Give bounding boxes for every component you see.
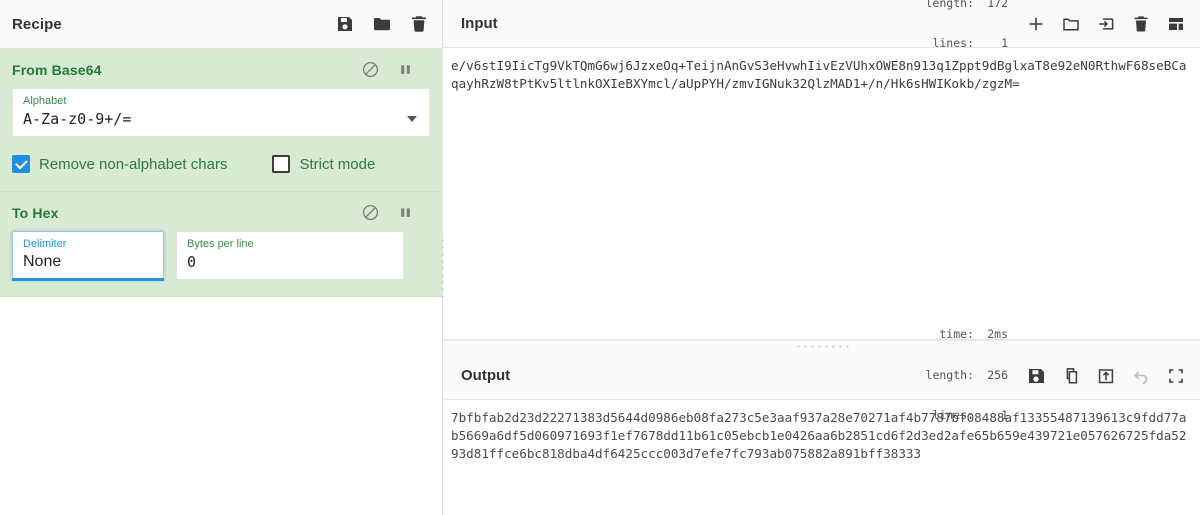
checkbox-unchecked-icon[interactable] bbox=[272, 155, 290, 173]
input-length-value: 172 bbox=[974, 0, 1008, 10]
recipe-title: Recipe bbox=[12, 16, 336, 33]
load-recipe-icon[interactable] bbox=[373, 15, 391, 33]
save-output-icon[interactable] bbox=[1026, 366, 1046, 386]
operation-controls bbox=[362, 204, 430, 221]
operation-args: Delimiter None Bytes per line 0 bbox=[0, 231, 442, 280]
output-pane: Output time:2ms length:256 lines:1 bbox=[443, 339, 1200, 515]
strict-mode-checkbox[interactable]: Strict mode bbox=[272, 155, 375, 173]
operation-controls bbox=[362, 61, 430, 78]
input-textarea[interactable]: e/v6stI9IicTg9VkTQmG6wj6JzxeOq+TeijnAnGv… bbox=[443, 48, 1200, 339]
cyberchef-app: Recipe From Base64 bbox=[0, 0, 1200, 515]
replace-input-icon[interactable] bbox=[1096, 366, 1116, 386]
disable-operation-icon[interactable] bbox=[362, 204, 379, 221]
bytes-per-line-label: Bytes per line bbox=[187, 237, 393, 251]
remove-non-alphabet-chars-checkbox[interactable]: Remove non-alphabet chars bbox=[12, 155, 227, 173]
breakpoint-pause-icon[interactable] bbox=[397, 204, 414, 221]
operation-header: To Hex bbox=[0, 192, 442, 231]
save-recipe-icon[interactable] bbox=[336, 15, 354, 33]
delimiter-label: Delimiter bbox=[23, 237, 153, 251]
output-controls bbox=[1026, 366, 1186, 386]
recipe-title-bar: Recipe bbox=[0, 0, 442, 49]
recipe-operation-to-hex[interactable]: To Hex Delimiter None bbox=[0, 192, 442, 297]
operation-title: To Hex bbox=[12, 205, 362, 221]
copy-output-icon[interactable] bbox=[1061, 366, 1081, 386]
input-output-splitter[interactable] bbox=[443, 340, 1200, 352]
splitter-grip-icon bbox=[441, 237, 444, 299]
open-folder-icon[interactable] bbox=[1061, 14, 1081, 34]
output-time-value: 2ms bbox=[974, 328, 1008, 342]
output-length-key: length: bbox=[926, 369, 974, 383]
operation-checkboxes: Remove non-alphabet chars Strict mode bbox=[0, 137, 442, 175]
delimiter-value: None bbox=[23, 252, 153, 272]
reset-pane-layout-icon[interactable] bbox=[1166, 14, 1186, 34]
output-textarea[interactable]: 7bfbfab2d23d22271383d5644d0986eb08fa273c… bbox=[443, 400, 1200, 515]
clear-input-icon[interactable] bbox=[1131, 14, 1151, 34]
clear-recipe-icon[interactable] bbox=[410, 15, 428, 33]
input-length-key: length: bbox=[926, 0, 974, 10]
splitter-grip-icon bbox=[795, 345, 849, 348]
disable-operation-icon[interactable] bbox=[362, 61, 379, 78]
operation-header: From Base64 bbox=[0, 49, 442, 88]
output-title: Output bbox=[461, 367, 926, 384]
recipe-operation-from-base64[interactable]: From Base64 Alphabet A-Za- bbox=[0, 49, 442, 192]
alphabet-value: A-Za-z0-9+/= bbox=[23, 109, 407, 129]
checkbox-checked-icon[interactable] bbox=[12, 155, 30, 173]
recipe-operation-list[interactable]: From Base64 Alphabet A-Za- bbox=[0, 49, 442, 515]
alphabet-label: Alphabet bbox=[23, 94, 407, 108]
strict-mode-label: Strict mode bbox=[299, 156, 375, 173]
input-controls bbox=[1026, 14, 1186, 34]
recipe-io-splitter[interactable] bbox=[438, 0, 446, 515]
open-folder-as-input-icon[interactable] bbox=[1096, 14, 1116, 34]
undo-icon[interactable] bbox=[1131, 366, 1151, 386]
add-input-tab-icon[interactable] bbox=[1026, 14, 1046, 34]
maximise-output-icon[interactable] bbox=[1166, 366, 1186, 386]
delimiter-input[interactable]: Delimiter None bbox=[12, 231, 164, 280]
output-length-value: 256 bbox=[974, 369, 1008, 383]
recipe-controls bbox=[336, 15, 428, 33]
output-time-key: time: bbox=[939, 328, 974, 342]
operation-args: Alphabet A-Za-z0-9+/= bbox=[0, 88, 442, 137]
input-title: Input bbox=[461, 15, 926, 32]
operation-title: From Base64 bbox=[12, 62, 362, 78]
chevron-down-icon[interactable] bbox=[407, 116, 417, 122]
input-pane: Input length:172 lines:1 bbox=[443, 0, 1200, 339]
alphabet-select[interactable]: Alphabet A-Za-z0-9+/= bbox=[12, 88, 430, 137]
input-title-bar: Input length:172 lines:1 bbox=[443, 0, 1200, 48]
remove-non-alphabet-chars-label: Remove non-alphabet chars bbox=[39, 156, 227, 173]
bytes-per-line-value: 0 bbox=[187, 252, 393, 272]
breakpoint-pause-icon[interactable] bbox=[397, 61, 414, 78]
bytes-per-line-input[interactable]: Bytes per line 0 bbox=[176, 231, 404, 280]
recipe-pane: Recipe From Base64 bbox=[0, 0, 443, 515]
io-pane: Input length:172 lines:1 bbox=[443, 0, 1200, 515]
output-title-bar: Output time:2ms length:256 lines:1 bbox=[443, 352, 1200, 400]
